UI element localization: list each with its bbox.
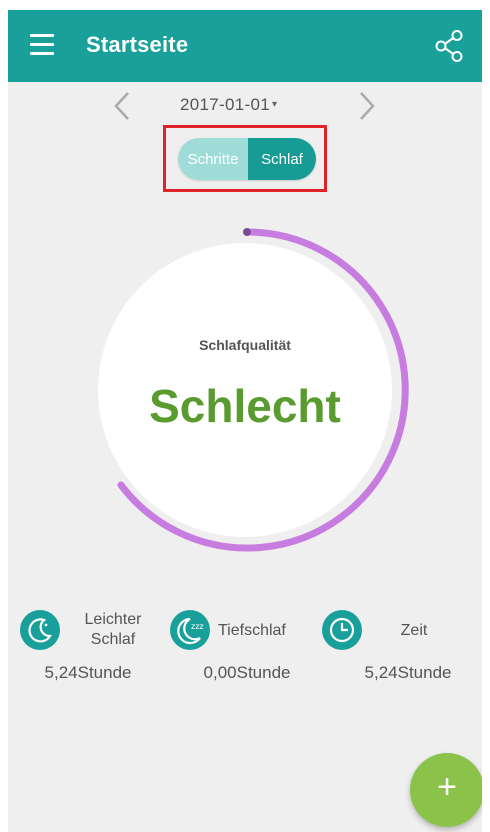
- add-fab-button[interactable]: +: [410, 753, 482, 827]
- chevron-left-icon[interactable]: [108, 90, 136, 122]
- tab-steps[interactable]: Schritte: [178, 138, 248, 180]
- moon-zzz-icon: zzz: [170, 610, 210, 650]
- stat-label-deep-sleep: Tiefschlaf: [218, 622, 286, 639]
- stat-value-light-sleep: 5,24Stunde: [44, 663, 132, 682]
- hamburger-menu-icon[interactable]: [30, 34, 54, 56]
- mode-toggle: Schritte Schlaf: [178, 138, 316, 180]
- clock-icon: [322, 610, 362, 650]
- stat-label-time: Zeit: [400, 622, 428, 639]
- svg-text:zzz: zzz: [191, 622, 204, 631]
- stat-value-time: 5,24Stunde: [364, 663, 452, 682]
- sleep-quality-value: Schlecht: [149, 380, 341, 432]
- chevron-right-icon[interactable]: [353, 90, 381, 122]
- date-value: 2017-01-01: [180, 95, 270, 114]
- share-icon[interactable]: [433, 29, 465, 63]
- plus-icon: +: [437, 768, 457, 806]
- date-navigator: 2017-01-01 ▾: [8, 88, 482, 124]
- page-title: Startseite: [86, 32, 189, 57]
- app-screen: Startseite 2017-01-01 ▾ Schritte Schlaf …: [8, 10, 482, 832]
- sleep-quality-label: Schlafqualität: [199, 337, 291, 353]
- tab-sleep[interactable]: Schlaf: [248, 138, 316, 180]
- app-bar: Startseite: [8, 10, 482, 82]
- stat-value-deep-sleep: 0,00Stunde: [203, 663, 291, 682]
- gauge-arc-start-dot: [243, 228, 251, 236]
- stat-label-light-sleep: Leichter Schlaf: [84, 611, 142, 648]
- moon-star-icon: [20, 610, 60, 650]
- dropdown-caret-icon: ▾: [271, 99, 278, 110]
- date-picker[interactable]: 2017-01-01 ▾: [180, 95, 310, 115]
- sleep-stats: Leichter Schlaf 5,24Stunde zzz Tiefschla…: [8, 608, 482, 698]
